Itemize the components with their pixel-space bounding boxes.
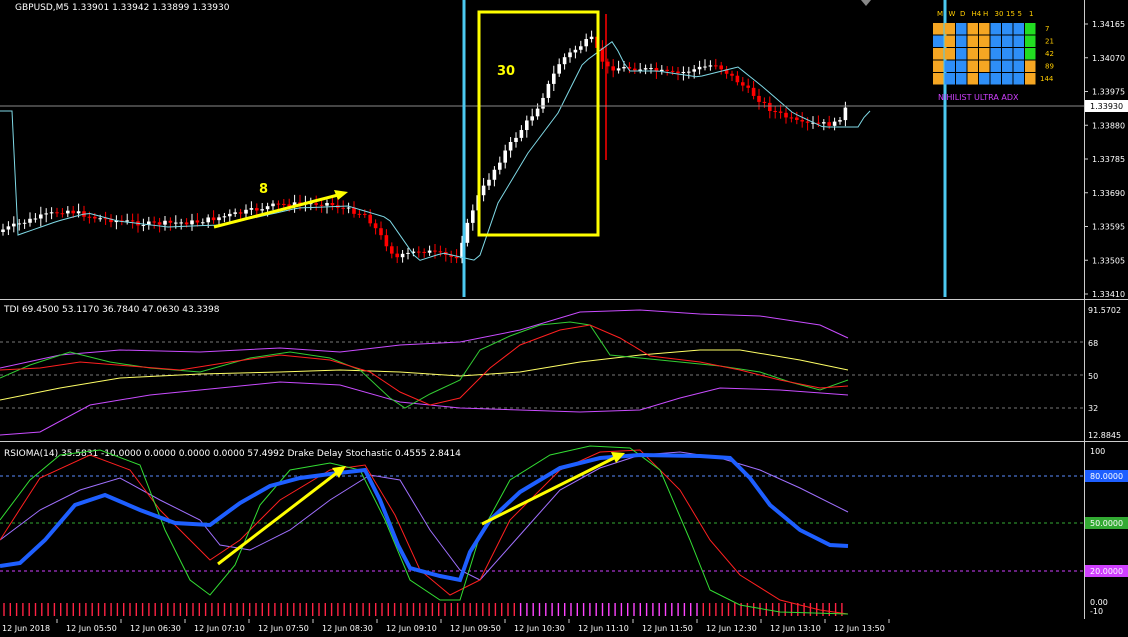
time-label: 12 Jun 06:30 <box>130 624 181 633</box>
histogram-bars <box>3 603 843 616</box>
rsioma-scale-label: -10 <box>1090 607 1103 616</box>
price-label: 1.33690 <box>1092 189 1125 198</box>
rsioma-scale-label: 80.0000 <box>1090 472 1123 481</box>
rsioma-scale-label: 50.0000 <box>1090 519 1123 528</box>
time-label: 12 Jun 13:50 <box>834 624 885 633</box>
trading-chart[interactable]: GBPUSD,M5 1.33901 1.33942 1.33899 1.3393… <box>0 0 1128 637</box>
time-label: 12 Jun 12:30 <box>706 624 757 633</box>
tdi-levels <box>0 341 1084 409</box>
rsioma-scale-label: 0.00 <box>1090 598 1108 607</box>
time-label: 12 Jun 07:50 <box>258 624 309 633</box>
svg-text:15: 15 <box>1006 10 1015 18</box>
rsioma-scale: 100 80.0000 50.0000 20.0000 0.00-10 <box>1085 447 1128 616</box>
scroll-indicator-icon[interactable] <box>861 0 871 6</box>
svg-text:5: 5 <box>1018 10 1022 18</box>
tdi-scale-label: 32 <box>1088 404 1098 413</box>
tdi-lines <box>0 309 849 436</box>
tdi-scale-label: 68 <box>1088 339 1098 348</box>
svg-text:H4: H4 <box>972 10 982 18</box>
time-label: 12 Jun 08:30 <box>322 624 373 633</box>
adx-title: NIHILIST ULTRA ADX <box>938 93 1019 102</box>
time-label: 12 Jun 09:10 <box>386 624 437 633</box>
rsioma-pane[interactable]: RSIOMA(14) 35.5831 -10.0000 0.0000 0.000… <box>0 445 1128 616</box>
svg-text:144: 144 <box>1040 75 1054 83</box>
price-label: 1.33410 <box>1092 290 1125 299</box>
trend-arrow-rsi-1[interactable] <box>217 466 346 566</box>
tdi-pane[interactable]: TDI 69.4500 53.1170 36.7840 47.0630 43.3… <box>0 305 1121 440</box>
svg-text:1: 1 <box>1029 10 1033 18</box>
highlight-rectangle[interactable] <box>477 10 600 237</box>
svg-text:21: 21 <box>1045 38 1054 46</box>
time-label: 12 Jun 07:10 <box>194 624 245 633</box>
trend-arrow-main[interactable] <box>213 190 348 229</box>
svg-text:30: 30 <box>995 10 1004 18</box>
time-label: 12 Jun 05:50 <box>66 624 117 633</box>
annotation-8: 8 <box>259 182 268 197</box>
moving-average-line <box>0 41 871 261</box>
price-label: 1.34070 <box>1092 54 1125 63</box>
svg-text:W: W <box>949 10 956 18</box>
symbol-info: GBPUSD,M5 1.33901 1.33942 1.33899 1.3393… <box>15 3 230 13</box>
time-label: 12 Jun 09:50 <box>450 624 501 633</box>
time-label: 12 Jun 13:10 <box>770 624 821 633</box>
svg-text:M: M <box>937 10 943 18</box>
main-price-pane[interactable]: GBPUSD,M5 1.33901 1.33942 1.33899 1.3393… <box>0 0 1084 297</box>
time-label: 12 Jun 2018 <box>2 624 50 633</box>
svg-text:42: 42 <box>1045 50 1054 58</box>
price-label: 1.33785 <box>1092 155 1125 164</box>
svg-text:89: 89 <box>1045 63 1054 71</box>
tdi-scale-label: 50 <box>1088 372 1098 381</box>
candles-layer <box>1 14 848 264</box>
tdi-label: TDI 69.4500 53.1170 36.7840 47.0630 43.3… <box>3 305 220 315</box>
price-label: 1.33880 <box>1092 121 1125 130</box>
time-axis[interactable]: 12 Jun 2018 12 Jun 05:50 12 Jun 06:30 12 Ju… <box>2 619 890 633</box>
tdi-scale-label: 91.5702 <box>1088 306 1121 315</box>
svg-text:1.33930: 1.33930 <box>1090 102 1123 111</box>
tdi-scale-label: 12.8845 <box>1088 431 1121 440</box>
price-label: 1.33975 <box>1092 88 1125 97</box>
rsioma-lines <box>0 445 849 615</box>
price-scale[interactable]: 1.34165 1.34070 1.33975 1.33880 1.33785 1.336… <box>1084 20 1125 299</box>
price-label: 1.33595 <box>1092 223 1125 232</box>
time-label: 12 Jun 11:10 <box>578 624 629 633</box>
time-label: 12 Jun 11:50 <box>642 624 693 633</box>
annotation-30: 30 <box>497 64 515 79</box>
rsioma-scale-label: 100 <box>1090 447 1105 456</box>
rsioma-scale-label: 20.0000 <box>1090 567 1123 576</box>
tdi-scale: 91.5702 68 50 32 12.8845 <box>1088 306 1121 440</box>
price-label: 1.33505 <box>1092 256 1125 265</box>
svg-text:D: D <box>960 10 965 18</box>
trend-arrow-rsi-2[interactable] <box>481 452 625 526</box>
rsioma-label: RSIOMA(14) 35.5831 -10.0000 0.0000 0.000… <box>4 449 461 459</box>
adx-panel: M W D H4 H 30 15 5 1 7 21 42 89 144 <box>933 10 1054 85</box>
price-label: 1.34165 <box>1092 20 1125 29</box>
current-price-tag: 1.33930 <box>1085 100 1128 112</box>
svg-text:7: 7 <box>1045 25 1049 33</box>
time-label: 12 Jun 10:30 <box>514 624 565 633</box>
svg-text:H: H <box>983 10 988 18</box>
